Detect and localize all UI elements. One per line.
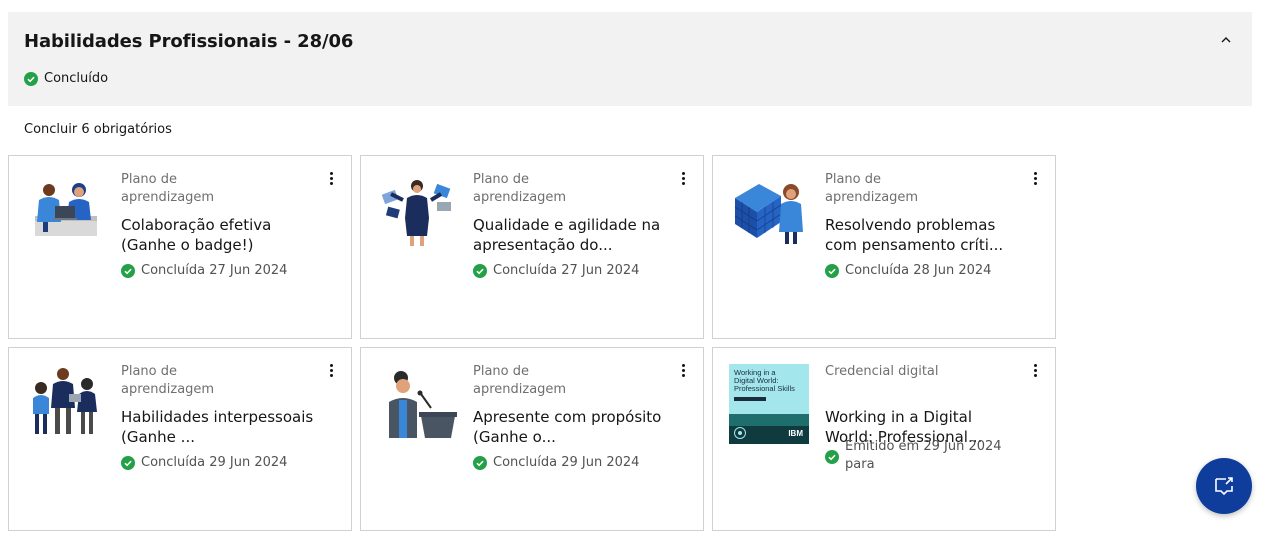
learning-plan-card[interactable]: Plano de aprendizagem Habilidades interp…: [8, 347, 352, 531]
check-circle-icon: [24, 71, 38, 86]
overflow-menu-icon: [681, 363, 685, 367]
overflow-menu-button[interactable]: [323, 360, 339, 380]
check-circle-icon: [121, 264, 135, 278]
card-type: Plano de aprendizagem: [473, 364, 567, 397]
card-status-label: Emitido em 29 Jun 2024 para: [845, 439, 1002, 472]
problem-solving-illustration: [729, 172, 809, 252]
card-status: Concluída 28 Jun 2024: [825, 262, 1035, 280]
launch-chat-icon: [1215, 477, 1233, 496]
credential-badge-image: Working in a Digital World: Professional…: [729, 364, 809, 444]
overflow-menu-button[interactable]: [1027, 360, 1043, 380]
ibm-logo: IBM: [788, 429, 803, 438]
card-status: Emitido em 29 Jun 2024 para: [825, 438, 1015, 474]
check-circle-icon: [473, 264, 487, 278]
overflow-menu-button[interactable]: [675, 360, 691, 380]
learning-plan-card[interactable]: Plano de aprendizagem Colaboração efetiv…: [8, 155, 352, 339]
section-title: Habilidades Profissionais - 28/06: [24, 31, 354, 52]
overflow-menu-icon: [681, 171, 685, 175]
card-type: Plano de aprendizagem: [825, 172, 919, 205]
card-status-label: Concluída 27 Jun 2024: [493, 263, 640, 278]
card-status-label: Concluída 28 Jun 2024: [845, 263, 992, 278]
learning-plan-card[interactable]: Plano de aprendizagem Qualidade e agilid…: [360, 155, 704, 339]
card-type: Plano de aprendizagem: [121, 172, 215, 205]
check-circle-icon: [825, 264, 839, 278]
card-title[interactable]: Apresente com propósito (Ganhe o...: [473, 407, 669, 447]
learning-plan-card[interactable]: Plano de aprendizagem Apresente com prop…: [360, 347, 704, 531]
chat-feedback-button[interactable]: [1196, 458, 1252, 514]
badge-line-3: Professional Skills: [734, 384, 795, 393]
overflow-menu-button[interactable]: [675, 168, 691, 188]
overflow-menu-button[interactable]: [323, 168, 339, 188]
learning-plan-card[interactable]: Plano de aprendizagem Resolvendo problem…: [712, 155, 1056, 339]
check-circle-icon: [121, 456, 135, 470]
collaboration-illustration: [25, 172, 105, 252]
presentation-agility-illustration: [377, 172, 457, 252]
interpersonal-illustration: [25, 364, 105, 444]
card-type: Plano de aprendizagem: [473, 172, 567, 205]
card-status: Concluída 27 Jun 2024: [473, 262, 683, 280]
card-type: Plano de aprendizagem: [121, 364, 215, 397]
card-title[interactable]: Colaboração efetiva (Ganhe o badge!): [121, 215, 317, 255]
credential-card[interactable]: Working in a Digital World: Professional…: [712, 347, 1056, 531]
overflow-menu-icon: [329, 171, 333, 175]
overflow-menu-icon: [1033, 363, 1037, 367]
overflow-menu-icon: [329, 363, 333, 367]
speaker-illustration: [377, 364, 457, 444]
card-status: Concluída 29 Jun 2024: [473, 454, 683, 472]
section-status-label: Concluído: [44, 71, 109, 86]
check-circle-icon: [473, 456, 487, 470]
check-circle-icon: [825, 450, 839, 464]
card-title[interactable]: Qualidade e agilidade na apresentação do…: [473, 215, 669, 255]
card-title[interactable]: Resolvendo problemas com pensamento crít…: [825, 215, 1021, 255]
requirement-text: Concluir 6 obrigatórios: [24, 122, 172, 137]
card-status: Concluída 29 Jun 2024: [121, 454, 331, 472]
card-status: Concluída 27 Jun 2024: [121, 262, 331, 280]
collapse-button[interactable]: [1216, 30, 1236, 50]
card-status-label: Concluída 29 Jun 2024: [141, 455, 288, 470]
chevron-up-icon: [1221, 37, 1231, 43]
section-header: Habilidades Profissionais - 28/06 Conclu…: [8, 12, 1252, 106]
card-status-label: Concluída 27 Jun 2024: [141, 263, 288, 278]
overflow-menu-icon: [1033, 171, 1037, 175]
overflow-menu-button[interactable]: [1027, 168, 1043, 188]
badge-seal-icon: [734, 427, 746, 439]
section-status: Concluído: [24, 71, 108, 86]
card-type: Credencial digital: [825, 364, 939, 379]
card-title[interactable]: Habilidades interpessoais (Ganhe ...: [121, 407, 317, 447]
card-status-label: Concluída 29 Jun 2024: [493, 455, 640, 470]
